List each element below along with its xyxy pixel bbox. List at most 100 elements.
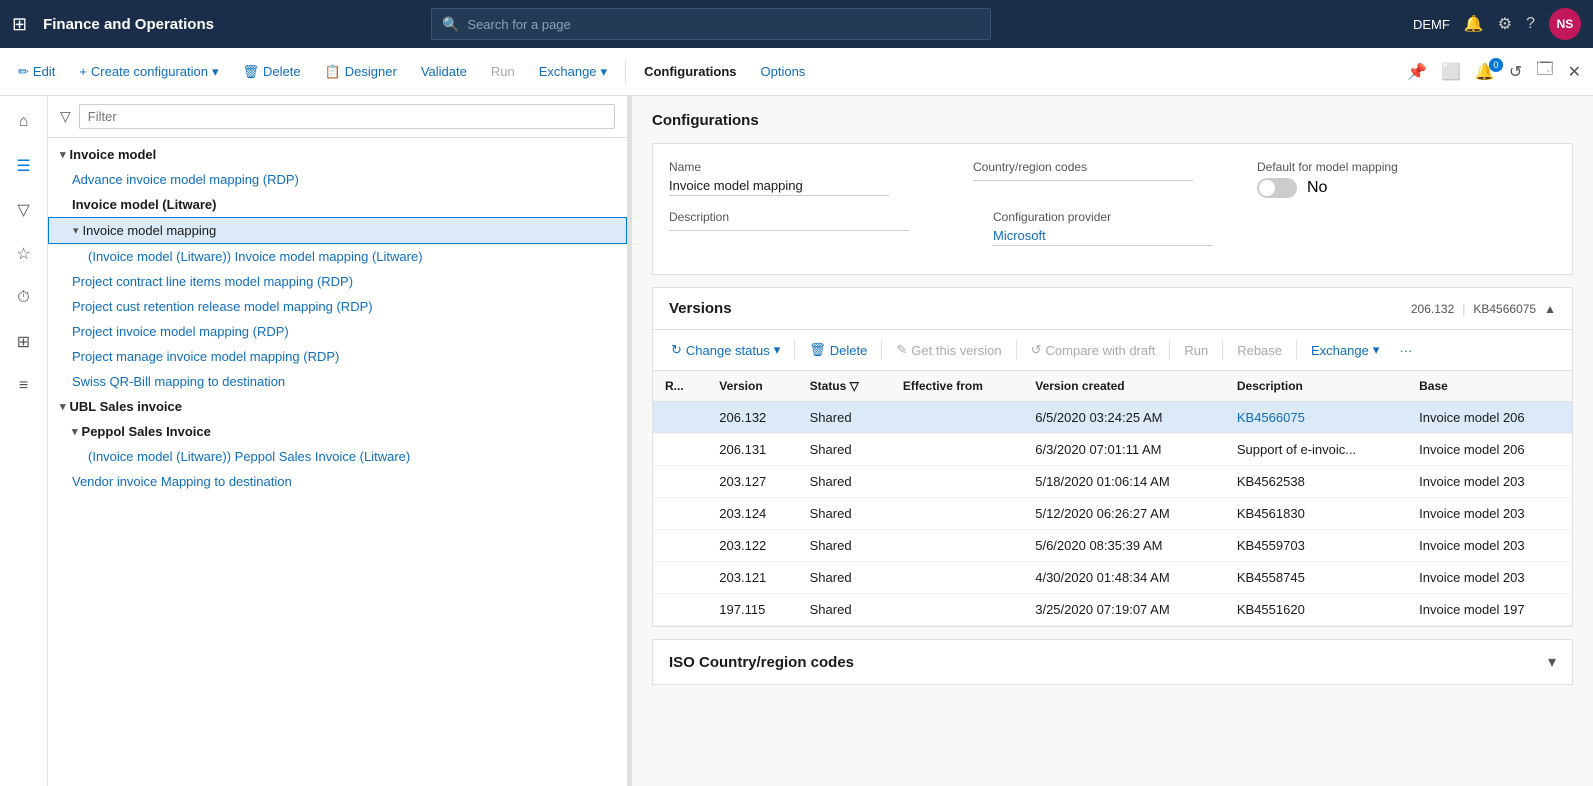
- versions-delete-button[interactable]: 🗑 Delete: [803, 338, 873, 362]
- sidenav-grid[interactable]: ⊞: [6, 324, 42, 360]
- tree-item-invoice-model[interactable]: ▾ Invoice model: [48, 142, 627, 167]
- run-button[interactable]: Run: [481, 58, 525, 85]
- description-value: [669, 228, 909, 231]
- tree-item-project-contract[interactable]: Project contract line items model mappin…: [48, 269, 627, 294]
- expand-icon[interactable]: ⬜: [1437, 58, 1465, 86]
- designer-button[interactable]: 📋 Designer: [315, 58, 407, 86]
- cell-description: KB4551620: [1225, 594, 1407, 626]
- tree-item-project-invoice[interactable]: Project invoice model mapping (RDP): [48, 319, 627, 344]
- tree-item-invoice-mapping[interactable]: ▾ Invoice model mapping: [48, 217, 627, 244]
- collapse-icon: ▾: [60, 148, 66, 161]
- table-row[interactable]: 203.121 Shared 4/30/2020 01:48:34 AM KB4…: [653, 562, 1572, 594]
- versions-exchange-button[interactable]: Exchange ▾: [1305, 338, 1385, 362]
- create-config-button[interactable]: + Create configuration ▾: [69, 58, 228, 86]
- sidenav-home[interactable]: ⌂: [6, 104, 42, 140]
- table-row[interactable]: 203.122 Shared 5/6/2020 08:35:39 AM KB45…: [653, 530, 1572, 562]
- search-input[interactable]: [467, 17, 980, 32]
- v-sep-4: [1169, 340, 1170, 360]
- settings-icon[interactable]: ⚙: [1498, 14, 1512, 34]
- filter-input[interactable]: [79, 104, 615, 129]
- default-toggle[interactable]: [1257, 178, 1297, 198]
- compare-with-draft-button[interactable]: ↺ Compare with draft: [1025, 338, 1162, 362]
- exchange-button[interactable]: Exchange ▾: [529, 58, 617, 86]
- versions-header: Versions 206.132 | KB4566075 ▲: [653, 288, 1572, 330]
- tree-item-project-manage[interactable]: Project manage invoice model mapping (RD…: [48, 344, 627, 369]
- table-row[interactable]: 206.132 Shared 6/5/2020 03:24:25 AM KB45…: [653, 402, 1572, 434]
- tree-item-invoice-litware[interactable]: Invoice model (Litware): [48, 192, 627, 217]
- sidenav-list[interactable]: ≡: [6, 368, 42, 404]
- tree-item-vendor-invoice[interactable]: Vendor invoice Mapping to destination: [48, 469, 627, 494]
- col-header-base: Base: [1407, 371, 1572, 402]
- col-header-created: Version created: [1023, 371, 1225, 402]
- base-num: 197: [1503, 602, 1525, 617]
- designer-icon: 📋: [325, 64, 341, 80]
- tree-item-invoice-mapping-litware[interactable]: (Invoice model (Litware)) Invoice model …: [48, 244, 627, 269]
- grid-icon[interactable]: ⊞: [12, 14, 27, 35]
- default-no-label: No: [1307, 179, 1327, 197]
- iso-expand-btn[interactable]: ▾: [1548, 652, 1556, 672]
- expand-icon-peppol: ▾: [72, 425, 78, 438]
- versions-collapse-btn[interactable]: ▲: [1544, 302, 1556, 316]
- table-row[interactable]: 203.127 Shared 5/18/2020 01:06:14 AM KB4…: [653, 466, 1572, 498]
- sidenav-star[interactable]: ☆: [6, 236, 42, 272]
- validate-button[interactable]: Validate: [411, 58, 477, 85]
- cell-description[interactable]: KB4566075: [1225, 402, 1407, 434]
- country-label: Country/region codes: [973, 160, 1193, 174]
- run-versions-button[interactable]: Run: [1178, 339, 1214, 362]
- help-icon[interactable]: ?: [1526, 15, 1535, 33]
- configurations-title: Configurations: [652, 112, 1573, 129]
- provider-field: Configuration provider Microsoft: [993, 210, 1213, 246]
- edit-button[interactable]: ✏ Edit: [8, 58, 65, 86]
- delete-icon-v: 🗑: [809, 342, 826, 358]
- configurations-tab[interactable]: Configurations: [634, 58, 746, 85]
- tree-item-project-cust[interactable]: Project cust retention release model map…: [48, 294, 627, 319]
- tree-item-ubl-sales[interactable]: ▾ UBL Sales invoice: [48, 394, 627, 419]
- change-status-button[interactable]: ↻ Change status ▾: [665, 338, 786, 362]
- get-this-version-button[interactable]: ✎ Get this version: [890, 338, 1007, 362]
- table-row[interactable]: 197.115 Shared 3/25/2020 07:19:07 AM KB4…: [653, 594, 1572, 626]
- cell-base: Invoice model 206: [1407, 434, 1572, 466]
- exchange-chevron-v-icon: ▾: [1373, 342, 1380, 358]
- cell-base: Invoice model 197: [1407, 594, 1572, 626]
- sidenav-menu[interactable]: ☰: [6, 148, 42, 184]
- versions-title: Versions: [669, 300, 732, 317]
- refresh-icon[interactable]: ↺: [1505, 58, 1526, 86]
- search-bar[interactable]: 🔍: [431, 8, 991, 40]
- restore-icon[interactable]: 🗔: [1532, 54, 1557, 89]
- cell-created: 3/25/2020 07:19:07 AM: [1023, 594, 1225, 626]
- bell-icon[interactable]: 🔔: [1464, 14, 1484, 34]
- more-options-button[interactable]: ···: [1393, 339, 1418, 362]
- table-row[interactable]: 206.131 Shared 6/3/2020 07:01:11 AM Supp…: [653, 434, 1572, 466]
- tree-item-advance-invoice[interactable]: Advance invoice model mapping (RDP): [48, 167, 627, 192]
- options-tab[interactable]: Options: [751, 58, 816, 85]
- cell-created: 5/6/2020 08:35:39 AM: [1023, 530, 1225, 562]
- name-value: Invoice model mapping: [669, 178, 889, 196]
- search-icon: 🔍: [442, 16, 459, 33]
- rebase-button[interactable]: Rebase: [1231, 339, 1288, 362]
- country-field: Country/region codes: [973, 160, 1193, 198]
- v-sep-6: [1296, 340, 1297, 360]
- cell-description: KB4559703: [1225, 530, 1407, 562]
- delete-button[interactable]: 🗑 Delete: [233, 58, 311, 86]
- edit-icon: ✏: [18, 64, 29, 80]
- filter-icon-status[interactable]: ▽: [850, 379, 859, 393]
- table-row[interactable]: 203.124 Shared 5/12/2020 06:26:27 AM KB4…: [653, 498, 1572, 530]
- pin-icon[interactable]: 📌: [1403, 58, 1431, 86]
- provider-value[interactable]: Microsoft: [993, 228, 1213, 246]
- base-num: 203: [1503, 570, 1525, 585]
- cell-description: KB4561830: [1225, 498, 1407, 530]
- sidenav-recent[interactable]: ⏱: [6, 280, 42, 316]
- name-field: Name Invoice model mapping: [669, 160, 889, 198]
- cell-base: Invoice model 203: [1407, 530, 1572, 562]
- cell-description: KB4562538: [1225, 466, 1407, 498]
- tree-item-peppol-sales[interactable]: ▾ Peppol Sales Invoice: [48, 419, 627, 444]
- avatar[interactable]: NS: [1549, 8, 1581, 40]
- versions-meta-sep: |: [1462, 302, 1465, 316]
- close-icon[interactable]: ✕: [1564, 58, 1585, 86]
- cell-effective: [891, 594, 1023, 626]
- tree-item-peppol-litware[interactable]: (Invoice model (Litware)) Peppol Sales I…: [48, 444, 627, 469]
- base-num: 206: [1503, 410, 1525, 425]
- sidenav-filter[interactable]: ▽: [6, 192, 42, 228]
- iso-header: ISO Country/region codes ▾: [653, 640, 1572, 684]
- tree-item-swiss-qr[interactable]: Swiss QR-Bill mapping to destination: [48, 369, 627, 394]
